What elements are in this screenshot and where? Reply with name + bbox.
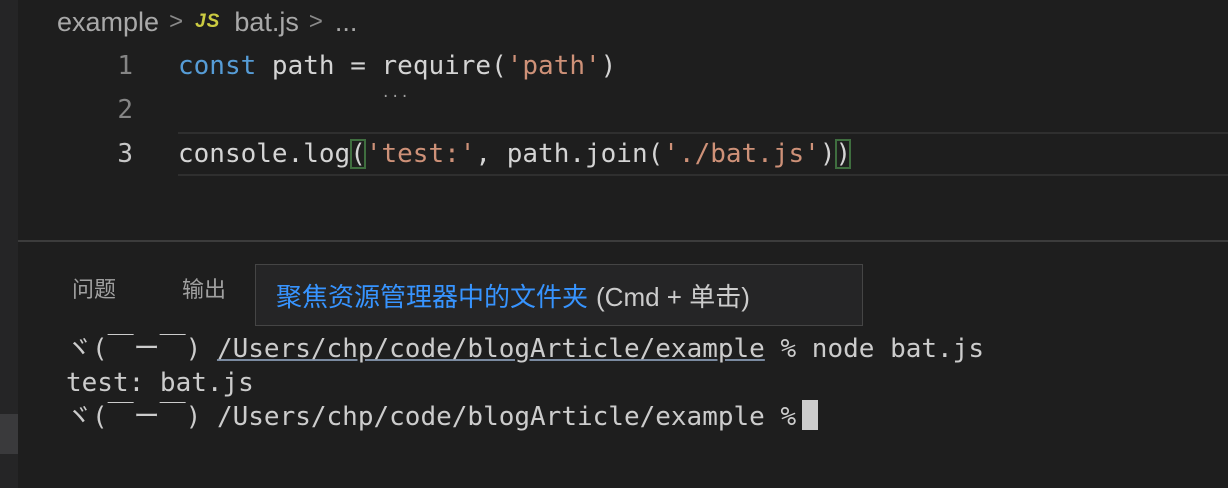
paren-token: ) (819, 139, 836, 169)
terminal-command: % node bat.js (764, 334, 984, 364)
terminal-prompt: ヾ(￣ー￣) (66, 334, 217, 364)
code-line-current[interactable]: 3 console.log('test:', path.join('./bat.… (18, 132, 1228, 176)
line-content: console.log('test:', path.join('./bat.js… (178, 132, 852, 176)
terminal-path-link[interactable]: /Users/chp/code/blogArticle/example (217, 334, 765, 364)
code-line[interactable]: 2 (18, 88, 1228, 132)
terminal-prompt: ヾ(￣ー￣) /Users/chp/code/blogArticle/examp… (66, 402, 797, 432)
chevron-right-icon: > (169, 8, 184, 35)
bottom-panel: 问题 输出 聚焦资源管理器中的文件夹 (Cmd + 单击) ヾ(￣ー￣) /Us… (18, 240, 1228, 488)
activity-marker (0, 414, 18, 454)
code-line[interactable]: 1 const path = require('path') (18, 44, 1228, 88)
matched-bracket: ) (835, 139, 852, 169)
matched-bracket: ( (350, 139, 366, 169)
paren-token: ) (600, 51, 617, 81)
line-number: 3 (117, 139, 133, 169)
line-number: 1 (117, 51, 133, 81)
identifier-token: path = (256, 51, 382, 81)
string-token: 'test:' (365, 139, 476, 169)
string-token: './bat.js' (663, 139, 820, 169)
breadcrumb-file[interactable]: bat.js (234, 7, 299, 38)
line-content: const path = require('path') (178, 44, 616, 88)
terminal-output: test: bat.js (66, 368, 254, 398)
javascript-file-icon: JS (195, 11, 221, 32)
code-editor[interactable]: 1 const path = require('path') 2 3 conso… (18, 44, 1228, 240)
terminal-line[interactable]: ヾ(￣ー￣) /Users/chp/code/blogArticle/examp… (66, 400, 819, 434)
terminal-cursor (802, 400, 819, 430)
identifier-token: , path.join( (475, 139, 664, 169)
line-number: 2 (117, 95, 133, 125)
keyword-token: const (178, 51, 257, 81)
activity-strip (0, 0, 18, 488)
tooltip-action-text: 聚焦资源管理器中的文件夹 (276, 281, 589, 312)
terminal-line: ヾ(￣ー￣) /Users/chp/code/blogArticle/examp… (66, 332, 984, 366)
paren-token: ( (491, 51, 507, 81)
string-token: 'path' (506, 51, 601, 81)
tooltip-shortcut-text: (Cmd + 单击) (596, 281, 750, 312)
tab-output[interactable]: 输出 (182, 272, 226, 304)
tab-problems[interactable]: 问题 (72, 272, 116, 304)
breadcrumb-folder[interactable]: example (57, 7, 159, 38)
vscode-window: example > JS bat.js > ... 1 const path =… (0, 0, 1228, 488)
breadcrumb-more[interactable]: ... (335, 7, 358, 38)
tooltip: 聚焦资源管理器中的文件夹 (Cmd + 单击) (255, 264, 863, 326)
breadcrumb: example > JS bat.js > ... (57, 4, 357, 40)
identifier-token: console.log (178, 139, 351, 169)
require-token: require (382, 51, 492, 81)
chevron-right-icon: > (308, 8, 323, 35)
